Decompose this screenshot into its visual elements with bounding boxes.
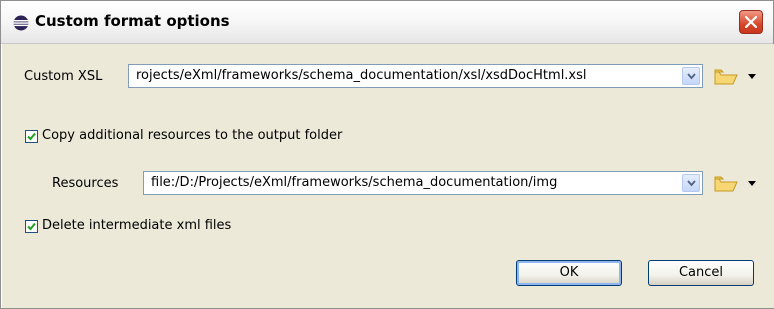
checkmark-icon [27, 222, 36, 231]
folder-icon[interactable] [713, 67, 739, 87]
custom-xsl-combo[interactable]: rojects/eXml/frameworks/schema_documenta… [128, 64, 703, 88]
custom-format-options-dialog: Custom format options Custom XSL rojects… [0, 0, 774, 309]
folder-menu-chevron-down-icon[interactable] [748, 74, 756, 80]
copy-resources-label[interactable]: Copy additional resources to the output … [42, 128, 342, 143]
resources-dropdown-button[interactable] [682, 174, 700, 192]
folder-menu-chevron-down-icon[interactable] [748, 181, 756, 187]
checkmark-icon [27, 132, 36, 141]
title-bar[interactable]: Custom format options [1, 1, 773, 44]
close-button[interactable] [739, 10, 763, 34]
resources-value[interactable]: file:/D:/Projects/eXml/frameworks/schema… [151, 175, 672, 190]
resources-label: Resources [52, 176, 119, 191]
custom-xsl-label: Custom XSL [24, 69, 103, 84]
ok-button[interactable]: OK [516, 260, 622, 286]
cancel-button[interactable]: Cancel [648, 260, 754, 286]
delete-intermediate-label[interactable]: Delete intermediate xml files [42, 218, 231, 233]
copy-resources-checkbox[interactable] [25, 130, 38, 143]
window-title: Custom format options [35, 12, 230, 30]
custom-xsl-dropdown-button[interactable] [682, 67, 700, 85]
chevron-down-icon [687, 180, 696, 187]
custom-xsl-value[interactable]: rojects/eXml/frameworks/schema_documenta… [136, 68, 672, 83]
close-icon [745, 16, 757, 28]
folder-icon[interactable] [713, 174, 739, 194]
resources-combo[interactable]: file:/D:/Projects/eXml/frameworks/schema… [143, 171, 703, 195]
dialog-body: Custom XSL rojects/eXml/frameworks/schem… [1, 44, 774, 308]
chevron-down-icon [687, 73, 696, 80]
eclipse-icon [13, 15, 29, 31]
delete-intermediate-checkbox[interactable] [25, 220, 38, 233]
